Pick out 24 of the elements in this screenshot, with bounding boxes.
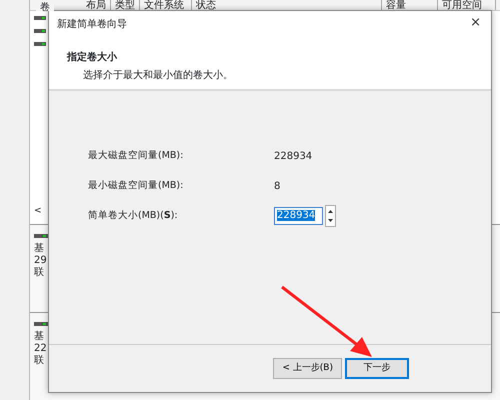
page-subtitle: 选择介于最大和最小值的卷大小。	[83, 68, 233, 83]
field-value: 8	[274, 180, 280, 194]
disk-info: 29	[34, 255, 47, 267]
wizard-button[interactable]: 下一步	[345, 358, 409, 379]
column-header[interactable]: 卷	[36, 0, 54, 11]
disk-info: 基	[34, 331, 44, 343]
dialog-title: 新建简单卷向导	[57, 18, 127, 32]
field-label: 简单卷大小(MB)(S):	[88, 210, 178, 221]
close-button[interactable]: ×	[466, 13, 485, 32]
page-heading: 指定卷大小	[67, 50, 117, 65]
disk-info: 基	[34, 243, 44, 255]
disk-info: 联	[34, 355, 44, 367]
disk-info: 联	[34, 267, 44, 279]
volume-icon	[34, 42, 46, 46]
field-value: 228934	[274, 150, 312, 164]
field-label: 最小磁盘空间量(MB):	[88, 180, 184, 191]
wizard-button[interactable]: < 上一步(B)	[273, 358, 342, 379]
disk-info: 22	[34, 343, 47, 355]
volume-icon	[34, 16, 46, 20]
scroll-left-button[interactable]: <	[34, 206, 42, 216]
volume-icon	[34, 28, 46, 32]
spin-buttons[interactable]	[325, 205, 336, 227]
size-input[interactable]: 228934	[274, 207, 323, 225]
field-label: 最大磁盘空间量(MB):	[88, 150, 184, 161]
